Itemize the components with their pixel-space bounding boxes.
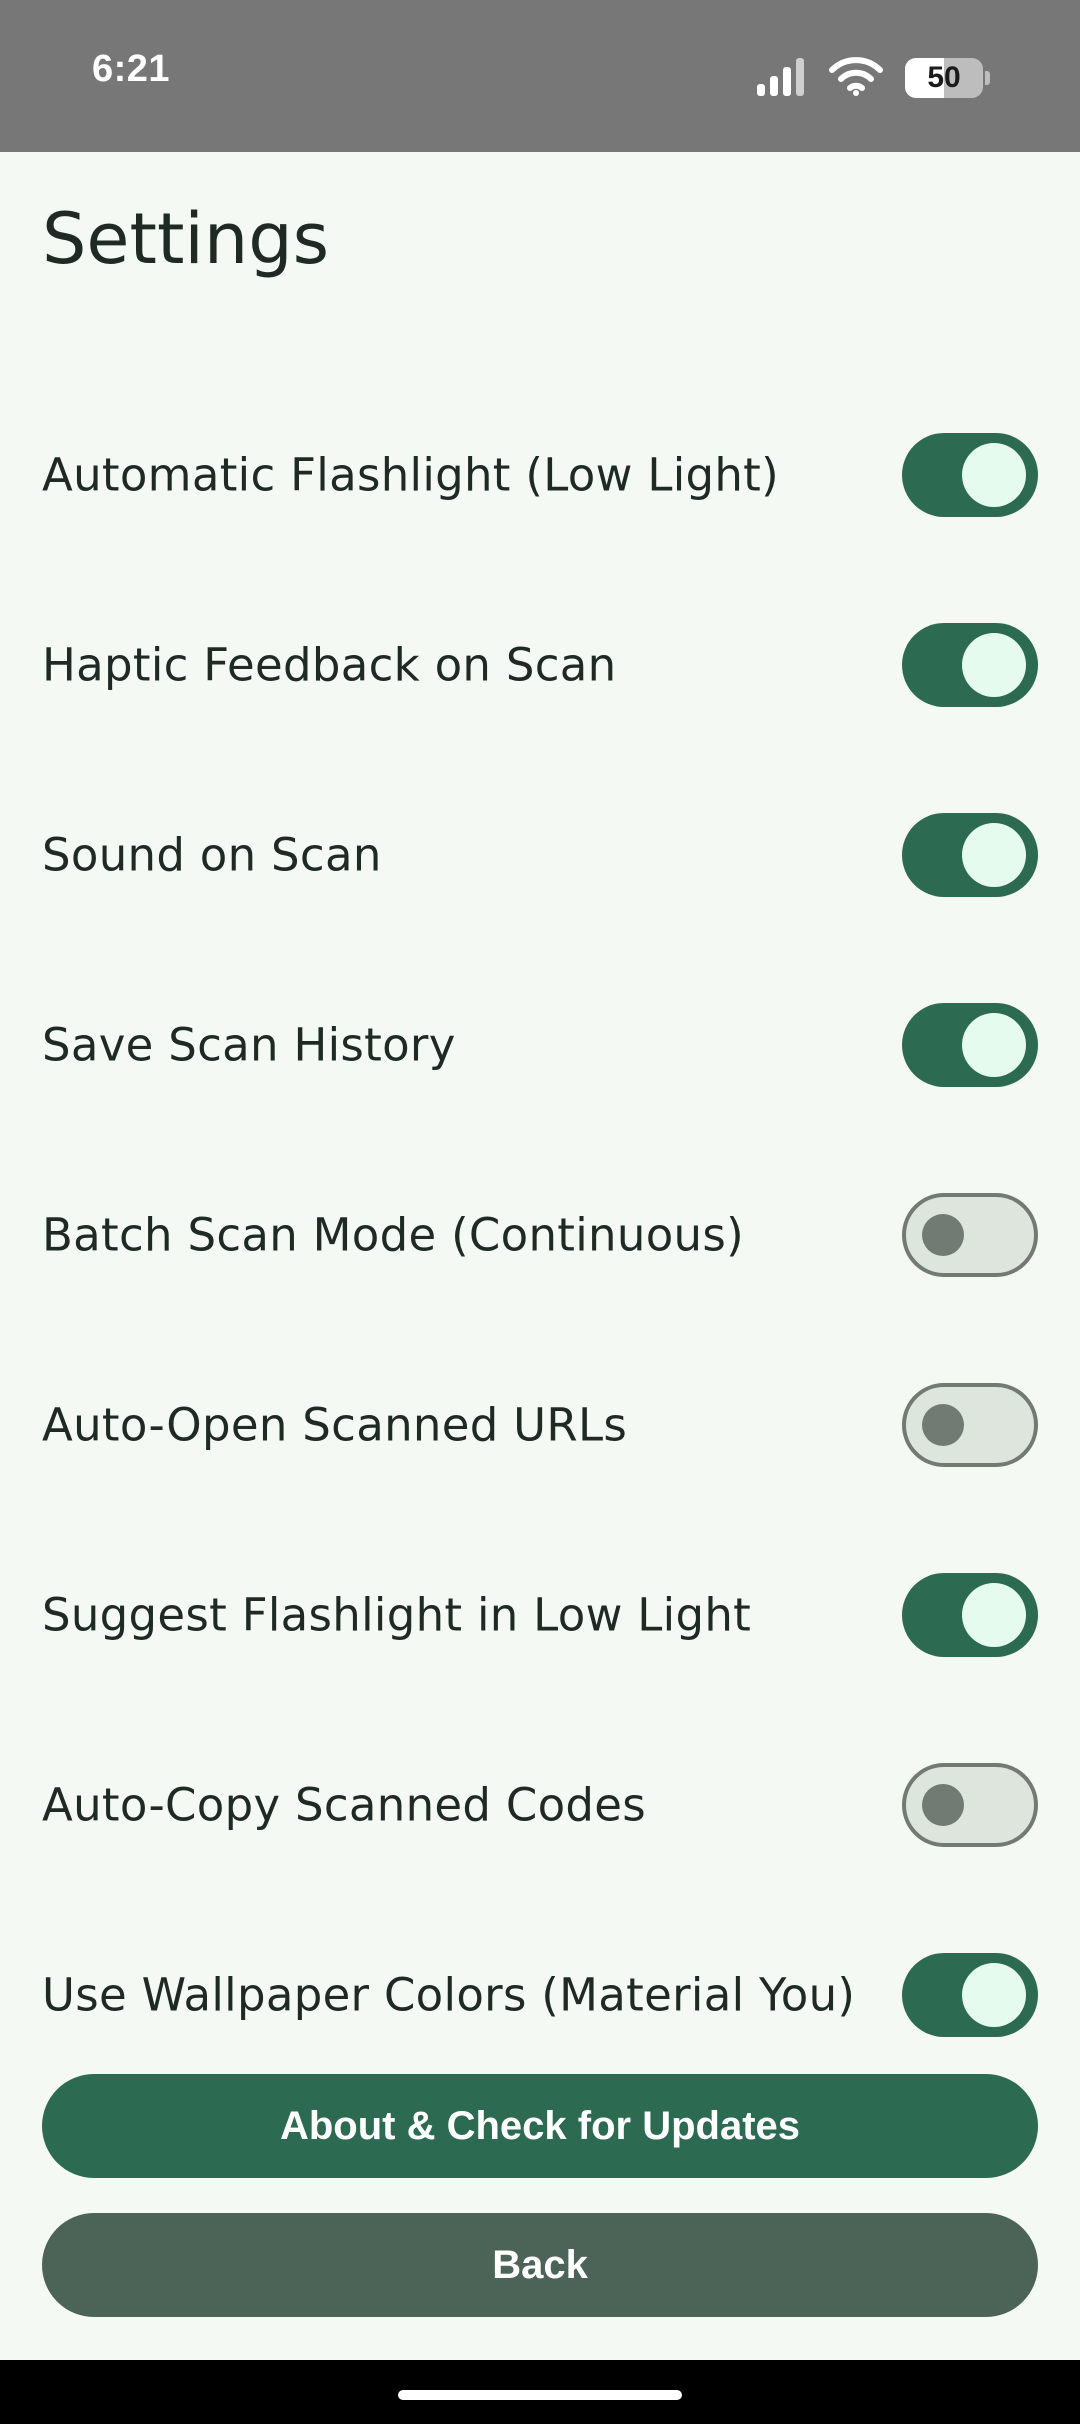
setting-row-suggest-flashlight: Suggest Flashlight in Low Light [0, 1520, 1080, 1710]
setting-row-wallpaper-colors: Use Wallpaper Colors (Material You) [0, 1900, 1080, 2090]
setting-row-sound-on-scan: Sound on Scan [0, 760, 1080, 950]
signal-icon [755, 56, 807, 100]
batch-scan-toggle[interactable] [902, 1193, 1038, 1277]
auto-copy-toggle[interactable] [902, 1763, 1038, 1847]
setting-label: Save Scan History [42, 1018, 456, 1072]
auto-open-urls-toggle[interactable] [902, 1383, 1038, 1467]
status-icons: 50 [755, 56, 990, 100]
toggle-knob [962, 1963, 1026, 2027]
battery-level: 50 [927, 61, 961, 94]
settings-list: Automatic Flashlight (Low Light) Haptic … [0, 380, 1080, 2090]
toggle-knob [922, 1784, 964, 1826]
home-indicator[interactable] [398, 2390, 682, 2400]
page-title: Settings [42, 198, 330, 280]
toggle-knob [962, 1013, 1026, 1077]
save-history-toggle[interactable] [902, 1003, 1038, 1087]
setting-row-haptic-feedback: Haptic Feedback on Scan [0, 570, 1080, 760]
setting-row-auto-copy: Auto-Copy Scanned Codes [0, 1710, 1080, 1900]
toggle-knob [962, 823, 1026, 887]
sound-on-scan-toggle[interactable] [902, 813, 1038, 897]
setting-label: Auto-Copy Scanned Codes [42, 1778, 647, 1832]
setting-row-auto-open-urls: Auto-Open Scanned URLs [0, 1330, 1080, 1520]
battery-tip [985, 71, 990, 85]
navigation-bar [0, 2360, 1080, 2424]
setting-label: Automatic Flashlight (Low Light) [42, 448, 779, 502]
setting-label: Sound on Scan [42, 828, 382, 882]
auto-flashlight-toggle[interactable] [902, 433, 1038, 517]
toggle-knob [962, 443, 1026, 507]
suggest-flashlight-toggle[interactable] [902, 1573, 1038, 1657]
toggle-knob [962, 633, 1026, 697]
toggle-knob [922, 1214, 964, 1256]
setting-label: Use Wallpaper Colors (Material You) [42, 1968, 856, 2022]
setting-label: Batch Scan Mode (Continuous) [42, 1208, 744, 1262]
back-button[interactable]: Back [42, 2213, 1038, 2317]
wallpaper-colors-toggle[interactable] [902, 1953, 1038, 2037]
wifi-icon [829, 56, 883, 100]
about-check-updates-button[interactable]: About & Check for Updates [42, 2074, 1038, 2178]
setting-label: Auto-Open Scanned URLs [42, 1398, 628, 1452]
status-time: 6:21 [92, 48, 171, 90]
setting-row-save-history: Save Scan History [0, 950, 1080, 1140]
setting-label: Suggest Flashlight in Low Light [42, 1588, 752, 1642]
setting-row-auto-flashlight: Automatic Flashlight (Low Light) [0, 380, 1080, 570]
battery-icon: 50 [905, 58, 983, 98]
toggle-knob [922, 1404, 964, 1446]
setting-label: Haptic Feedback on Scan [42, 638, 617, 692]
toggle-knob [962, 1583, 1026, 1647]
haptic-feedback-toggle[interactable] [902, 623, 1038, 707]
setting-row-batch-scan: Batch Scan Mode (Continuous) [0, 1140, 1080, 1330]
status-bar: 6:21 50 [0, 0, 1080, 152]
